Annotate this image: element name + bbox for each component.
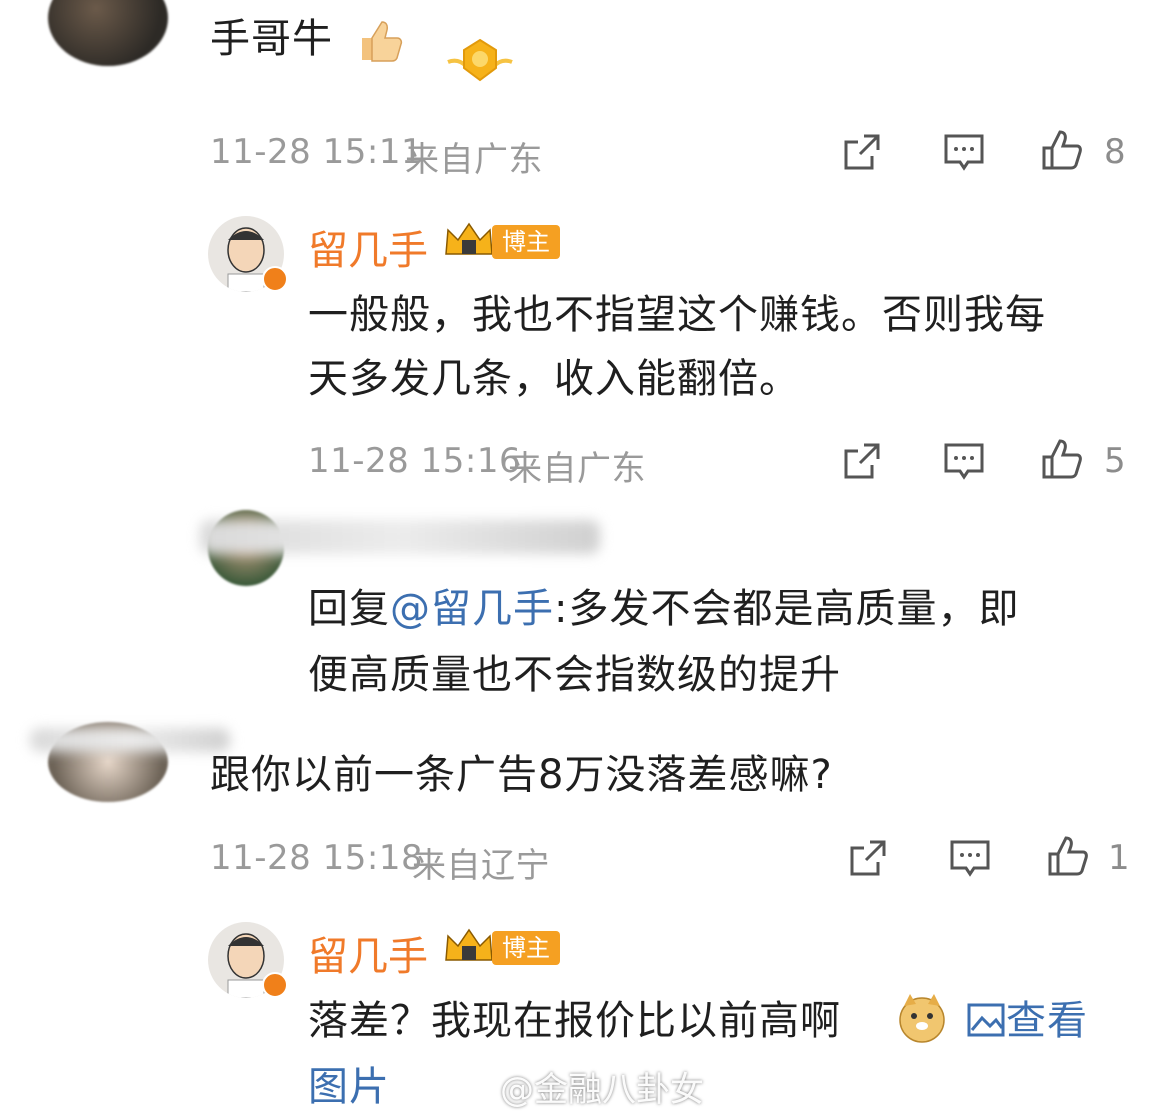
like-icon[interactable] [1040,437,1084,481]
like-count: 5 [1104,441,1126,481]
comment-text-line: 天多发几条，收入能翻倍。 [308,356,800,402]
view-image-link-text[interactable]: 图片 [308,1056,390,1118]
doge-emoji-icon [894,990,950,1046]
comment-time: 11-28 15:18 [210,838,424,878]
like-icon[interactable] [1046,834,1090,878]
verified-icon [262,972,288,998]
comment-icon[interactable] [948,836,992,880]
like-icon[interactable] [1040,128,1084,172]
comment-icon[interactable] [942,439,986,483]
comment-text: 手哥牛 [210,16,333,62]
watermark: @金融八卦女 [500,1070,704,1110]
share-icon[interactable] [846,836,890,880]
blogger-badge: 博主 [492,931,560,965]
verified-icon [262,266,288,292]
crown-icon [445,928,493,961]
username[interactable]: 留几手 [308,924,428,982]
comment-location: 来自广东 [405,140,543,180]
comment-icon[interactable] [942,130,986,174]
share-icon[interactable] [840,439,884,483]
reply-text: :多发不会都是高质量，即 [554,586,1020,632]
comment-time: 11-28 15:11 [210,132,424,172]
image-icon [967,1003,1005,1037]
username[interactable]: 留几手 [308,218,428,276]
comment-text: 跟你以前一条广告8万没落差感嘛? [210,752,833,798]
comment-text-line: 便高质量也不会指数级的提升 [308,652,841,698]
comment-location: 来自广东 [508,449,646,489]
mention-link[interactable]: @留几手 [390,586,554,632]
medal-icon [440,32,520,92]
comment-text-line: 回复@留几手:多发不会都是高质量，即 [308,578,1019,640]
reply-prefix: 回复 [308,586,390,632]
blurred-username [200,520,600,554]
comment-text-line: 一般般，我也不指望这个赚钱。否则我每 [308,292,1046,338]
comment-time: 11-28 15:16 [308,441,522,481]
blogger-badge: 博主 [492,225,560,259]
like-count: 1 [1108,838,1130,878]
thumbs-up-emoji-icon [352,12,408,68]
view-image-text[interactable]: 查看 [1006,998,1088,1044]
avatar[interactable] [48,0,168,66]
comment-location: 来自辽宁 [412,846,550,886]
comment-text-line: 落差？我现在报价比以前高啊 [308,998,841,1044]
like-count: 8 [1104,132,1126,172]
share-icon[interactable] [840,130,884,174]
crown-icon [445,222,493,255]
blurred-username [30,728,230,752]
view-image-link[interactable]: 查看 [966,990,1088,1052]
